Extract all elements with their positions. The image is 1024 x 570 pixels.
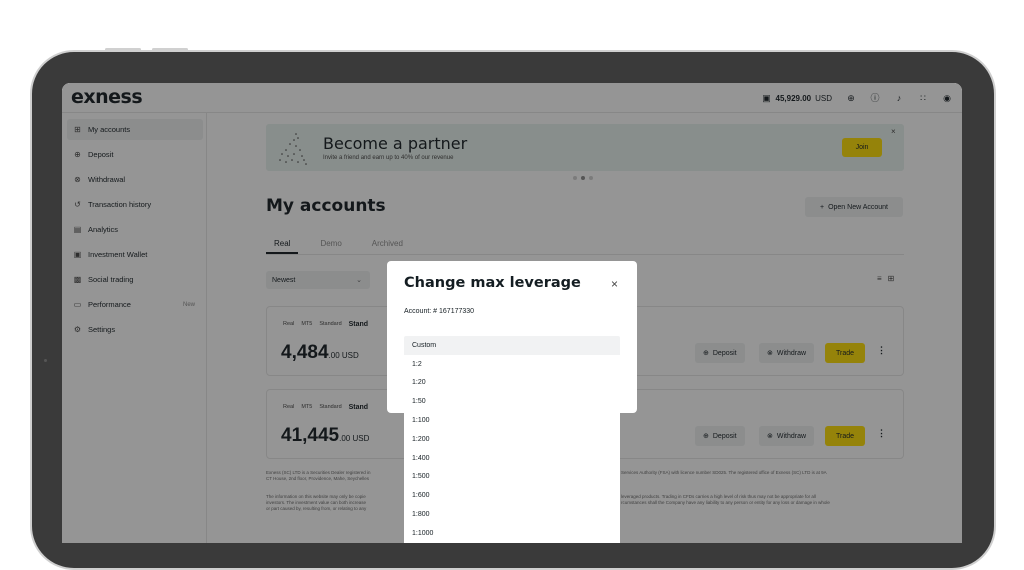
leverage-option[interactable]: 1:1000 — [404, 524, 620, 543]
leverage-option[interactable]: 1:600 — [404, 486, 620, 505]
leverage-option[interactable]: 1:800 — [404, 505, 620, 524]
leverage-option-custom[interactable]: Custom — [404, 336, 620, 355]
leverage-option[interactable]: 1:20 — [404, 374, 620, 393]
leverage-option[interactable]: 1:400 — [404, 449, 620, 468]
modal-account-label: Account: # 167177330 — [404, 308, 475, 315]
leverage-dropdown: Custom 1:2 1:20 1:50 1:100 1:200 1:400 1… — [404, 336, 620, 543]
leverage-option[interactable]: 1:200 — [404, 430, 620, 449]
close-icon[interactable]: × — [611, 277, 618, 291]
leverage-option[interactable]: 1:500 — [404, 468, 620, 487]
leverage-option[interactable]: 1:50 — [404, 392, 620, 411]
modal-title: Change max leverage — [404, 275, 581, 291]
camera-dot — [44, 359, 47, 362]
leverage-option[interactable]: 1:2 — [404, 355, 620, 374]
leverage-option[interactable]: 1:100 — [404, 411, 620, 430]
screen: exness ▣ 45,929.00 USD ⊕ ⓘ ♪ ∷ ◉ ⊞ My ac… — [62, 83, 962, 543]
